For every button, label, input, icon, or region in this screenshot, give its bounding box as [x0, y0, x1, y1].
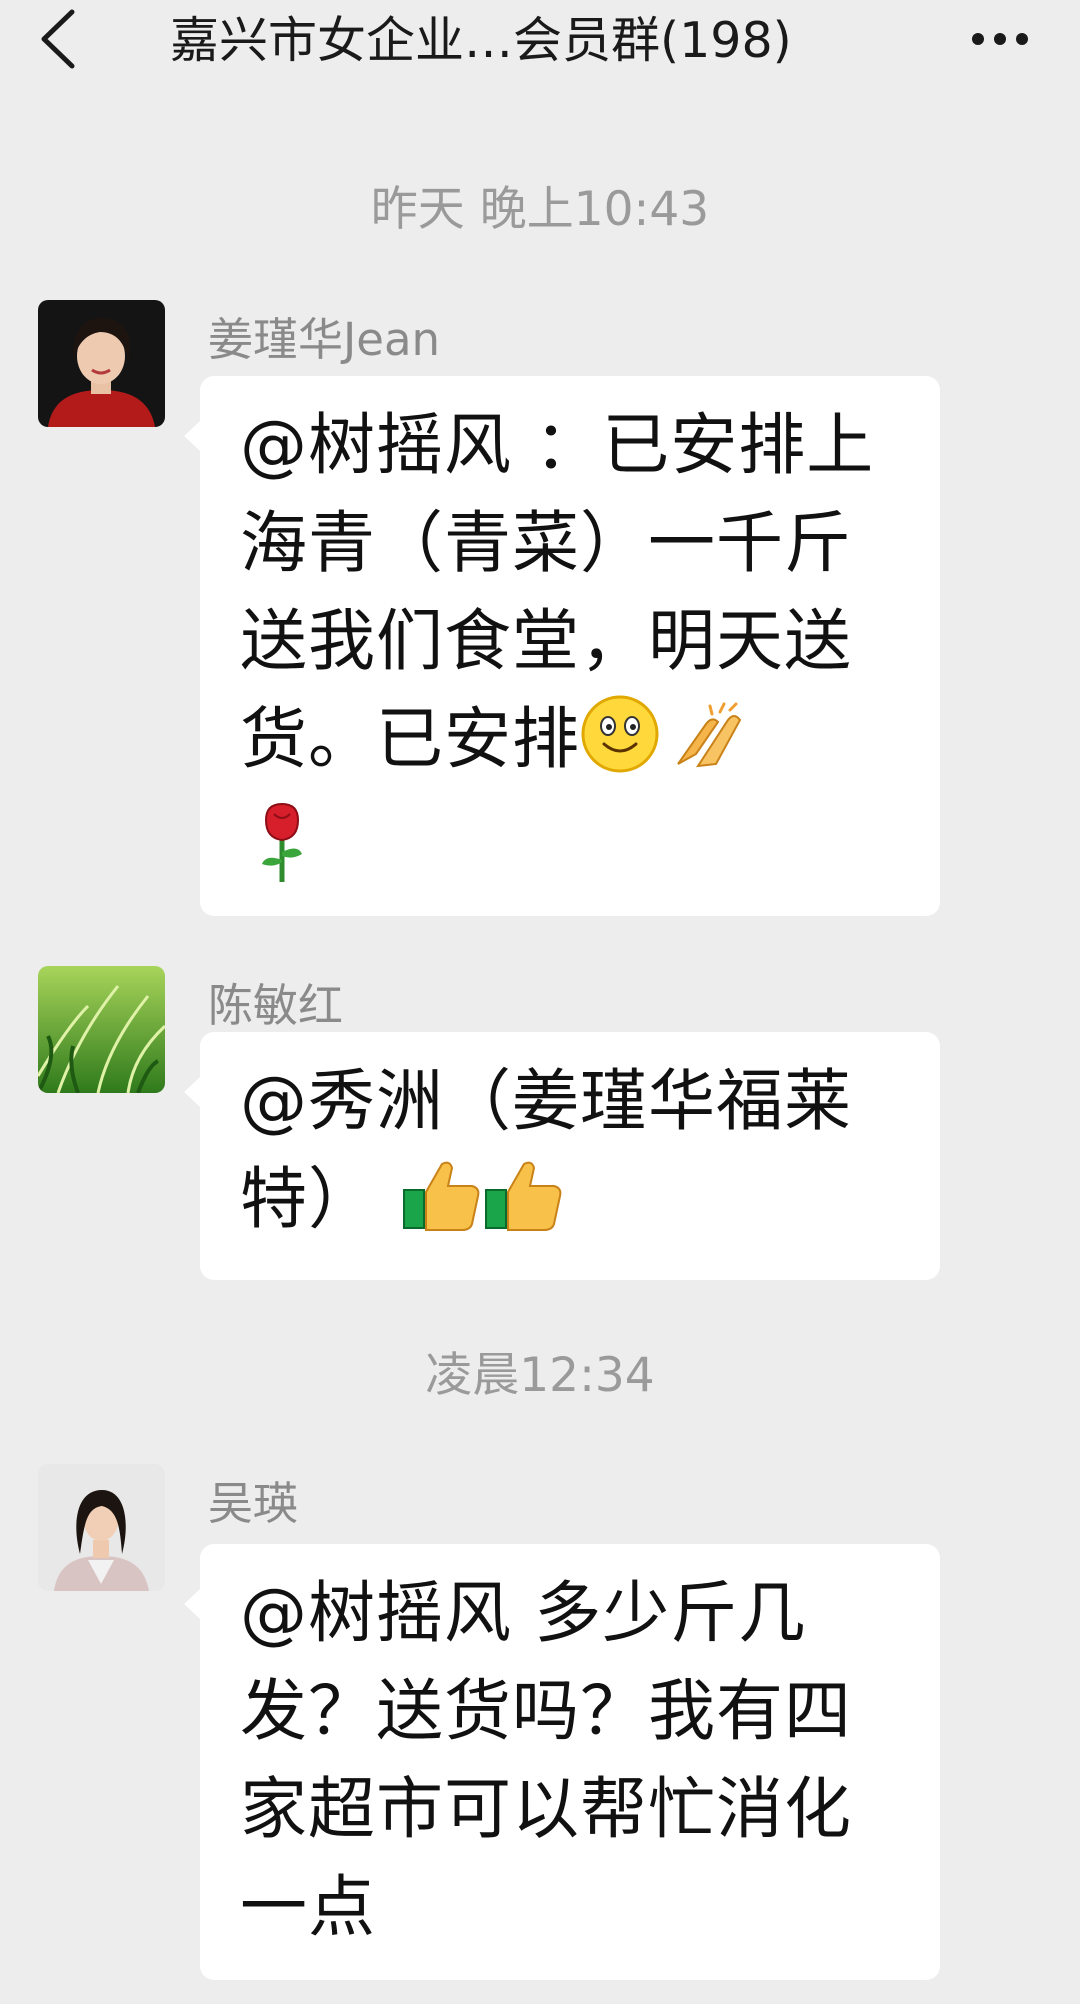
back-button[interactable]	[38, 4, 108, 78]
ellipsis-icon	[970, 31, 1030, 50]
avatar[interactable]	[38, 300, 165, 427]
avatar[interactable]	[38, 1464, 165, 1591]
message-bubble[interactable]: @树摇风 ：已安排上海青（青菜）一千斤送我们食堂，明天送货。已安排	[184, 376, 940, 916]
message-bubble[interactable]: @树摇风 多少斤几发？送货吗？我有四家超市可以帮忙消化一点	[184, 1544, 940, 1980]
thumbs-up-emoji-icon	[482, 1154, 564, 1260]
smile-emoji-icon	[580, 694, 660, 800]
top-bar: 嘉兴市女企业…会员群(198)	[0, 0, 1080, 84]
thumbs-up-emoji-icon	[400, 1154, 482, 1260]
message-text: @树摇风 多少斤几发？送货吗？我有四家超市可以帮忙消化一点	[240, 1574, 852, 1946]
chat-screen: 嘉兴市女企业…会员群(198) 昨天 晚上10:43 姜瑾华Jean @树摇风 …	[0, 0, 1080, 2004]
timestamp: 凌晨12:34	[425, 1348, 655, 1403]
message-text: @秀洲（姜瑾华福莱特）	[240, 1052, 906, 1260]
chevron-left-icon	[38, 8, 78, 74]
rose-emoji-icon	[252, 800, 312, 910]
message-bubble[interactable]: @秀洲（姜瑾华福莱特）	[184, 1032, 940, 1280]
sender-name: 吴瑛	[208, 1477, 299, 1530]
timestamp: 昨天 晚上10:43	[370, 182, 710, 237]
avatar[interactable]	[38, 966, 165, 1093]
sender-name: 陈敏红	[208, 979, 344, 1032]
message-text: @树摇风 ：已安排上海青（青菜）一千斤送我们食堂，明天送货。已安排	[240, 396, 906, 910]
sender-name: 姜瑾华Jean	[208, 313, 441, 366]
more-button[interactable]	[950, 10, 1050, 70]
pray-hands-emoji-icon	[668, 694, 748, 800]
chat-title: 嘉兴市女企业…会员群(198)	[170, 12, 792, 69]
